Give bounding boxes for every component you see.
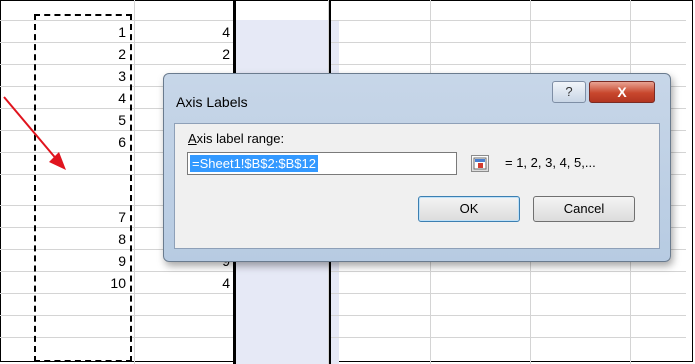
collapse-dialog-icon xyxy=(473,157,487,170)
axis-label-range-input[interactable]: =Sheet1!$B$2:$B$12 xyxy=(187,152,457,175)
axis-labels-dialog: Axis Labels ? X Axis label range: =Sheet… xyxy=(163,73,671,262)
help-button[interactable]: ? xyxy=(552,81,586,103)
range-preview: = 1, 2, 3, 4, 5,... xyxy=(505,155,596,170)
close-button[interactable]: X xyxy=(589,81,655,103)
collapse-dialog-button[interactable] xyxy=(471,155,489,172)
dialog-title: Axis Labels xyxy=(176,94,248,110)
range-input-text: =Sheet1!$B$2:$B$12 xyxy=(190,155,318,172)
cancel-button[interactable]: Cancel xyxy=(533,196,635,222)
dialog-content: Axis label range: =Sheet1!$B$2:$B$12 = 1… xyxy=(174,123,660,249)
ok-button[interactable]: OK xyxy=(418,196,520,222)
axis-label-range-label: Axis label range: xyxy=(188,131,285,146)
